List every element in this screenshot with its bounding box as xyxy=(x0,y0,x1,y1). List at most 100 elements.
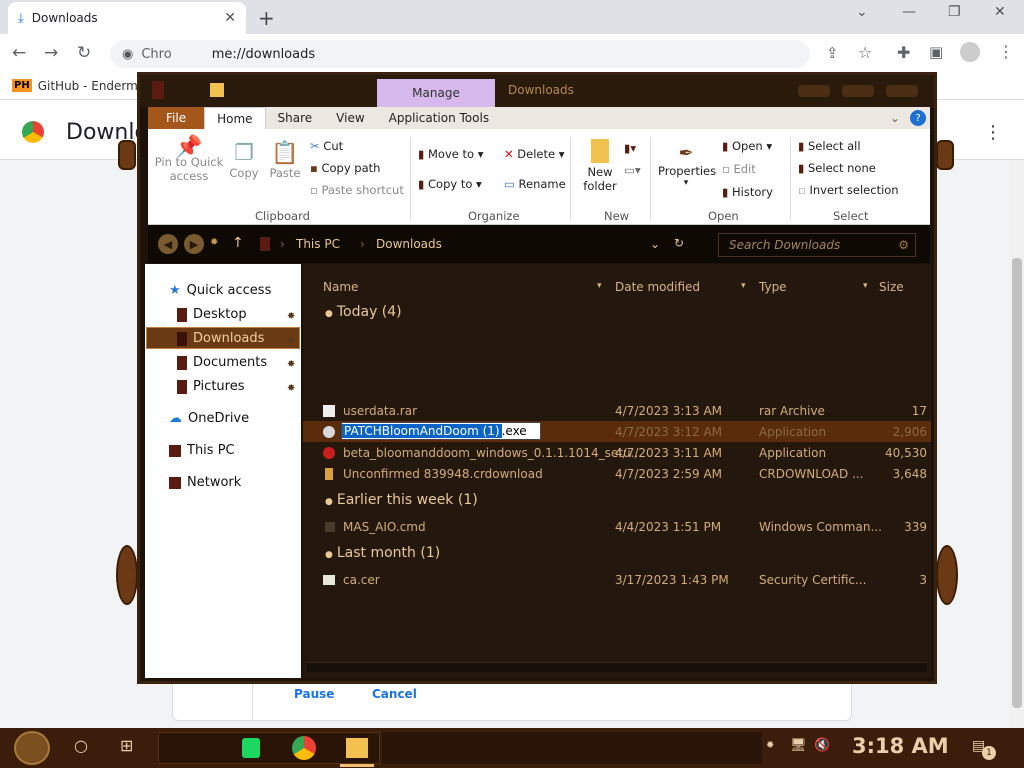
cut-label: Cut xyxy=(323,139,344,153)
table-row[interactable]: beta_bloomanddoom_windows_0.1.1.1014_set… xyxy=(303,442,931,463)
edit-button[interactable]: ▫ Edit xyxy=(722,162,756,176)
clock[interactable]: 3:18 AM xyxy=(852,734,949,758)
nav-pictures[interactable]: Pictures xyxy=(177,379,244,394)
forward-icon[interactable]: ▶ xyxy=(184,234,204,254)
chevron-up-icon[interactable]: ✹ xyxy=(766,740,774,751)
nav-desktop[interactable]: Desktop xyxy=(177,307,247,322)
tab-downloads[interactable]: ⤓ Downloads ✕ xyxy=(8,2,246,34)
pause-button[interactable]: Pause xyxy=(294,687,334,701)
minimize-icon[interactable] xyxy=(798,85,830,97)
select-all-button[interactable]: ▮ Select all xyxy=(798,139,861,153)
rename-input[interactable]: PATCHBloomAndDoom (1) .exe xyxy=(341,422,541,440)
open-button[interactable]: ▮ Open ▾ xyxy=(722,139,772,153)
avatar[interactable] xyxy=(960,42,980,62)
network-icon[interactable]: 🖥 xyxy=(790,738,807,753)
invert-selection-button[interactable]: ▫ Invert selection xyxy=(798,183,899,197)
col-type[interactable]: Type xyxy=(759,280,787,294)
up-arrow-icon[interactable]: ↑ xyxy=(232,235,244,251)
sort-dropdown-icon[interactable]: ▾ xyxy=(863,281,868,291)
maximize-icon[interactable] xyxy=(842,85,874,97)
menu-icon[interactable]: ⋮ xyxy=(998,42,1014,61)
volume-muted-icon[interactable]: 🔇 xyxy=(814,738,830,753)
tab-application-tools[interactable]: Application Tools xyxy=(377,107,501,129)
table-row[interactable]: Unconfirmed 839948.crdownload 4/7/2023 2… xyxy=(303,463,931,484)
copy-button[interactable]: ❐ Copy xyxy=(228,141,260,180)
chevron-down-icon[interactable]: ⌄ xyxy=(650,237,660,251)
close-window-icon[interactable]: ✕ xyxy=(994,4,1006,20)
group-today[interactable]: ● Today (4) xyxy=(325,304,402,320)
table-row[interactable]: userdata.rar 4/7/2023 3:13 AM rar Archiv… xyxy=(303,400,931,421)
bookmark-github[interactable]: GitHub - Enderma xyxy=(38,79,146,93)
sort-dropdown-icon[interactable]: ▾ xyxy=(597,281,602,291)
new-item-icon[interactable]: ▮▾ xyxy=(624,141,636,155)
search-input[interactable]: Search Downloads ⚙ xyxy=(718,233,916,257)
table-row[interactable]: ca.cer 3/17/2023 1:43 PM Security Certif… xyxy=(303,569,931,590)
forward-icon[interactable]: → xyxy=(44,43,58,63)
horizontal-scrollbar[interactable] xyxy=(307,662,927,672)
new-folder-button[interactable]: New folder xyxy=(580,139,620,193)
task-view-icon[interactable]: ⊞ xyxy=(120,736,133,755)
back-icon[interactable]: ◀ xyxy=(158,234,178,254)
chevron-down-icon[interactable]: ⌄ xyxy=(856,4,868,20)
tab-view[interactable]: View xyxy=(324,107,376,129)
help-icon[interactable]: ? xyxy=(910,110,926,126)
properties-button[interactable]: ✒ Properties ▾ xyxy=(658,143,716,188)
rename-button[interactable]: ▭ Rename xyxy=(504,177,566,191)
cancel-button[interactable]: Cancel xyxy=(372,687,417,701)
refresh-icon[interactable]: ↻ xyxy=(674,236,684,250)
paste-button[interactable]: 📋 Paste xyxy=(268,141,302,180)
explorer-app-icon[interactable] xyxy=(346,738,368,758)
tab-close-icon[interactable]: ✕ xyxy=(224,10,236,26)
reload-icon[interactable]: ↻ xyxy=(77,43,91,63)
nav-documents[interactable]: Documents xyxy=(177,355,267,370)
tab-file[interactable]: File xyxy=(148,107,205,129)
nav-quick-access[interactable]: ★ Quick access xyxy=(169,283,271,298)
tab-manage[interactable]: Manage xyxy=(377,79,495,107)
col-name[interactable]: Name xyxy=(323,280,358,294)
history-button[interactable]: ▮ History xyxy=(722,185,773,199)
scrollbar-thumb[interactable] xyxy=(1012,258,1022,708)
restore-icon[interactable]: ❐ xyxy=(948,4,961,20)
nav-downloads[interactable]: Downloads xyxy=(177,331,264,346)
address-bar[interactable]: ◉ Chro me://downloads xyxy=(110,40,810,68)
table-row-selected[interactable]: PATCHBloomAndDoom (1) .exe 4/7/2023 3:12… xyxy=(303,421,931,442)
back-icon[interactable]: ← xyxy=(12,43,26,63)
sidepanel-icon[interactable]: ▣ xyxy=(929,43,943,61)
paste-shortcut-button[interactable]: ▫ Paste shortcut xyxy=(310,183,404,197)
chrome-app-icon[interactable] xyxy=(292,736,316,760)
select-none-button[interactable]: ▮ Select none xyxy=(798,161,876,175)
tab-home[interactable]: Home xyxy=(204,107,266,129)
chevron-down-icon[interactable]: ⌄ xyxy=(890,111,900,125)
invert-icon: ▫ xyxy=(798,183,806,197)
close-icon[interactable] xyxy=(886,85,918,97)
sort-dropdown-icon[interactable]: ▾ xyxy=(741,281,746,291)
move-to-button[interactable]: ▮ Move to ▾ xyxy=(418,147,483,161)
easy-access-icon[interactable]: ▭▾ xyxy=(624,163,641,177)
nav-this-pc[interactable]: This PC xyxy=(169,443,235,458)
table-row[interactable]: MAS_AIO.cmd 4/4/2023 1:51 PM Windows Com… xyxy=(303,516,931,537)
cut-button[interactable]: ✂ Cut xyxy=(310,139,343,153)
pin-quick-access-button[interactable]: 📌 Pin to Quick access xyxy=(154,137,224,184)
col-date[interactable]: Date modified xyxy=(615,280,700,294)
recent-dropdown-icon[interactable]: ✹ xyxy=(210,237,218,248)
minimize-icon[interactable]: — xyxy=(902,4,916,20)
tab-share[interactable]: Share xyxy=(266,107,325,129)
group-last-month[interactable]: ● Last month (1) xyxy=(325,545,440,561)
start-icon[interactable] xyxy=(14,731,50,765)
more-icon[interactable]: ⋮ xyxy=(984,122,1002,143)
share-icon[interactable]: ⇪ xyxy=(826,44,839,62)
star-icon[interactable]: ☆ xyxy=(858,43,872,62)
copy-path-button[interactable]: ▪ Copy path xyxy=(310,161,380,175)
delete-button[interactable]: ✕ Delete ▾ xyxy=(504,147,565,161)
new-tab-button[interactable]: + xyxy=(258,6,275,30)
group-earlier-this-week[interactable]: ● Earlier this week (1) xyxy=(325,492,478,508)
copy-to-button[interactable]: ▮ Copy to ▾ xyxy=(418,177,482,191)
crumb-this-pc[interactable]: This PC xyxy=(296,237,340,251)
extensions-icon[interactable]: ✚ xyxy=(897,43,910,62)
search-icon[interactable]: ○ xyxy=(74,736,88,755)
nav-network[interactable]: Network xyxy=(169,475,241,490)
crumb-downloads[interactable]: Downloads xyxy=(376,237,442,251)
col-size[interactable]: Size xyxy=(879,280,904,294)
nav-onedrive[interactable]: ☁ OneDrive xyxy=(169,411,249,426)
notes-app-icon[interactable] xyxy=(242,738,260,758)
